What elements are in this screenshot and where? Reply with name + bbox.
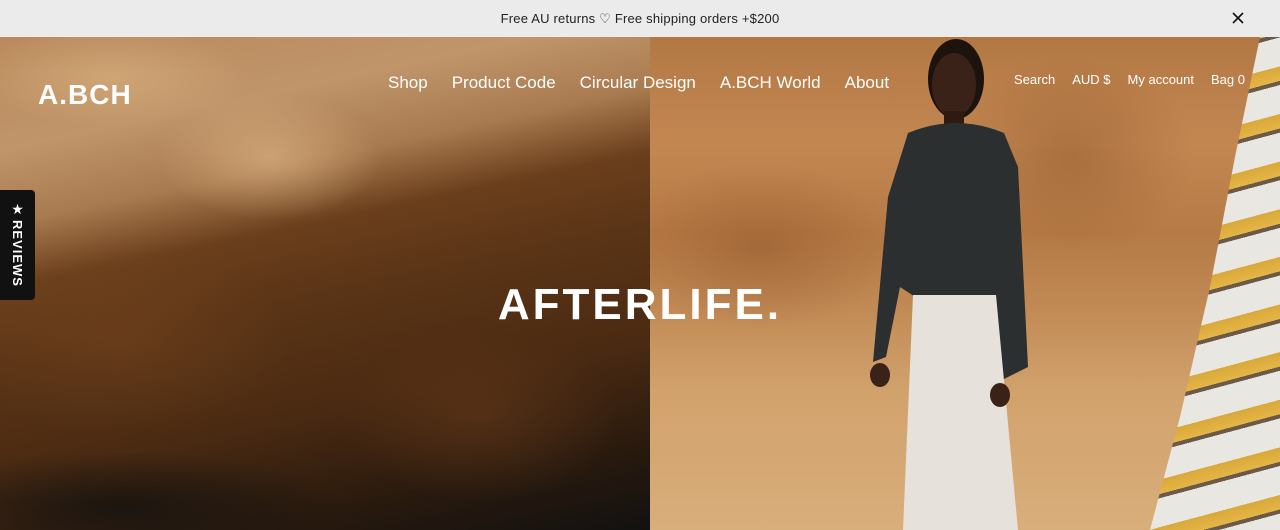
- star-icon: ★: [11, 201, 24, 217]
- announcement-bar: Free AU returns ♡ Free shipping orders +…: [0, 0, 1280, 37]
- brand-logo[interactable]: A.BCH: [38, 79, 132, 111]
- bag-link[interactable]: Bag 0: [1211, 72, 1245, 87]
- utility-nav: Search AUD $ My account Bag 0: [1014, 72, 1245, 87]
- nav-about[interactable]: About: [845, 73, 889, 93]
- site-header: A.BCH Shop Product Code Circular Design …: [0, 37, 1280, 127]
- nav-abch-world[interactable]: A.BCH World: [720, 73, 821, 93]
- my-account-link[interactable]: My account: [1128, 72, 1194, 87]
- currency-selector[interactable]: AUD $: [1072, 72, 1110, 87]
- nav-circular-design[interactable]: Circular Design: [580, 73, 696, 93]
- nav-shop[interactable]: Shop: [388, 73, 428, 93]
- nav-product-code[interactable]: Product Code: [452, 73, 556, 93]
- reviews-tab-label: REVIEWS: [10, 220, 25, 287]
- search-link[interactable]: Search: [1014, 72, 1055, 87]
- announcement-text: Free AU returns ♡ Free shipping orders +…: [500, 10, 780, 26]
- close-icon[interactable]: [1230, 10, 1246, 26]
- hero-headline: AFTERLIFE.: [497, 280, 783, 329]
- main-nav: Shop Product Code Circular Design A.BCH …: [388, 73, 889, 93]
